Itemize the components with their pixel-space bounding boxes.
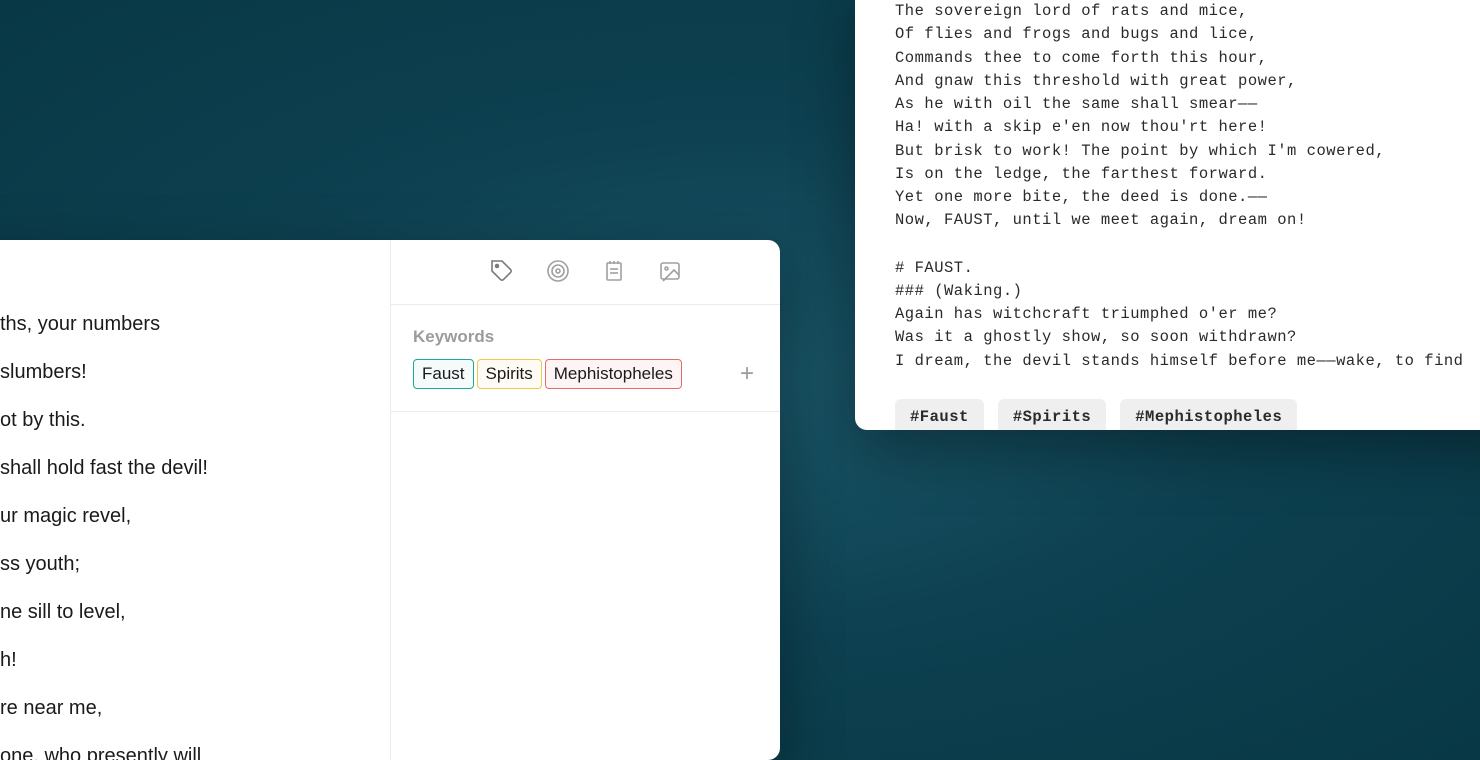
- sidebar-tabs: [391, 240, 780, 305]
- keyword-tag-spirits[interactable]: Spirits: [477, 359, 542, 389]
- text-line: h!: [0, 636, 350, 684]
- text-line: ths, your numbers: [0, 300, 350, 348]
- markdown-block-1[interactable]: The sovereign lord of rats and mice, Of …: [895, 0, 1480, 233]
- left-editor-window: ths, your numbers slumbers! ot by this. …: [0, 240, 780, 760]
- text-line: re near me,: [0, 684, 350, 732]
- goals-tab[interactable]: [545, 260, 571, 286]
- keyword-tags: Faust Spirits Mephistopheles: [413, 359, 685, 389]
- text-line: ss youth;: [0, 540, 350, 588]
- image-tab[interactable]: [657, 260, 683, 286]
- target-icon: [546, 259, 570, 288]
- right-markdown-window: The sovereign lord of rats and mice, Of …: [855, 0, 1480, 430]
- image-icon: [658, 259, 682, 288]
- text-line: slumbers!: [0, 348, 350, 396]
- inspector-sidebar: Keywords Faust Spirits Mephistopheles +: [390, 240, 780, 760]
- tag-icon: [490, 259, 514, 288]
- plus-icon: +: [740, 360, 754, 387]
- hashtag-spirits[interactable]: #Spirits: [998, 399, 1106, 430]
- markdown-block-2[interactable]: # FAUST. ### (Waking.) Again has witchcr…: [895, 257, 1480, 373]
- text-line: one, who presently will: [0, 732, 350, 760]
- text-line: ne sill to level,: [0, 588, 350, 636]
- hashtag-mephistopheles[interactable]: #Mephistopheles: [1120, 399, 1297, 430]
- hashtag-list: #Faust #Spirits #Mephistopheles: [895, 399, 1480, 430]
- notes-tab[interactable]: [601, 260, 627, 286]
- notepad-icon: [602, 259, 626, 288]
- text-line: ot by this.: [0, 396, 350, 444]
- keyword-tag-mephistopheles[interactable]: Mephistopheles: [545, 359, 682, 389]
- hashtag-faust[interactable]: #Faust: [895, 399, 984, 430]
- keyword-tag-faust[interactable]: Faust: [413, 359, 474, 389]
- tags-tab[interactable]: [489, 260, 515, 286]
- keywords-section: Keywords Faust Spirits Mephistopheles +: [391, 305, 780, 412]
- text-line: shall hold fast the devil!: [0, 444, 350, 492]
- editor-text-area[interactable]: ths, your numbers slumbers! ot by this. …: [0, 240, 390, 760]
- keywords-label: Keywords: [413, 327, 494, 347]
- add-keyword-button[interactable]: +: [736, 363, 758, 385]
- text-line: ur magic revel,: [0, 492, 350, 540]
